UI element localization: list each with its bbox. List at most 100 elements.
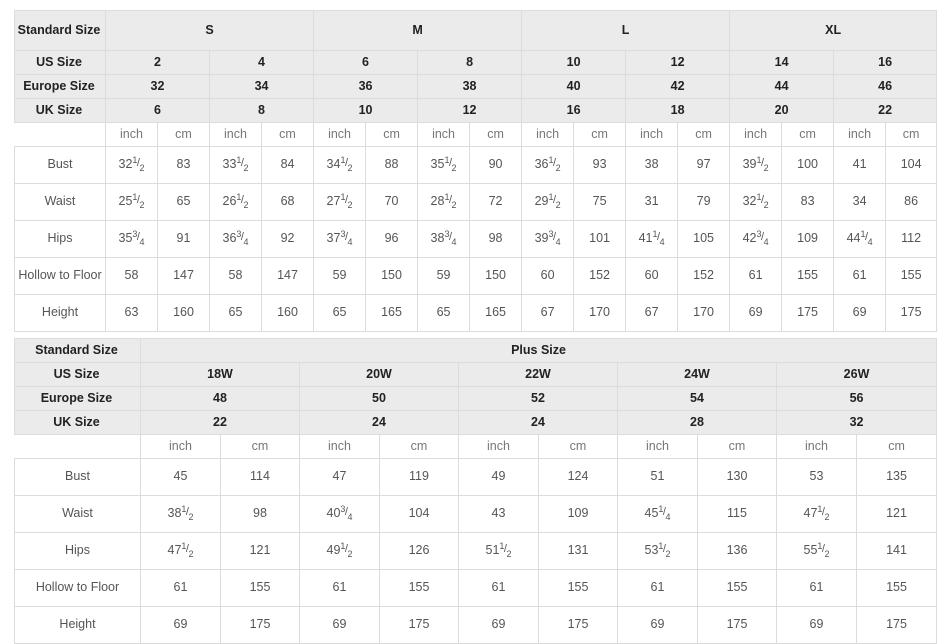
measurement-inch-value: 423/4 bbox=[729, 220, 783, 258]
unit-cm-header: cm bbox=[855, 434, 938, 459]
measurement-cm-value: 104 bbox=[885, 146, 938, 184]
measurement-cm-value: 90 bbox=[469, 146, 523, 184]
table-row: Height 69 175 69 175 69 175 69 175 69 175 bbox=[14, 606, 938, 644]
uk-size-header: UK Size bbox=[14, 98, 106, 123]
table-row: Bust 45 114 47 119 49 124 51 130 53 135 bbox=[14, 458, 938, 496]
measurement-cm-value: 83 bbox=[157, 146, 210, 184]
uk-size-value: 8 bbox=[208, 98, 315, 123]
unit-inch-header: inch bbox=[313, 122, 367, 147]
plus-us-size-value: 26W bbox=[775, 362, 938, 387]
size-group-xl: XL bbox=[729, 10, 938, 51]
measurement-cm-value: 101 bbox=[573, 220, 627, 258]
measurement-label: Hollow to Floor bbox=[14, 569, 141, 607]
measurement-inch-value: 361/2 bbox=[521, 146, 575, 184]
measurement-inch-value: 49 bbox=[458, 458, 539, 496]
uk-size-value: 22 bbox=[833, 98, 938, 123]
measurement-inch-value: 363/4 bbox=[209, 220, 262, 258]
table-row: Bust 321/2 83 331/2 84 341/2 88 351/2 90 361/2 93 3… bbox=[14, 146, 938, 184]
measurement-cm-value: 126 bbox=[379, 532, 459, 570]
measurement-cm-value: 155 bbox=[781, 257, 835, 295]
uk-size-value: 6 bbox=[105, 98, 210, 123]
measurement-cm-value: 155 bbox=[697, 569, 777, 607]
measurement-inch-value: 491/2 bbox=[299, 532, 380, 570]
measurement-cm-value: 83 bbox=[781, 183, 835, 221]
plus-us-size-value: 22W bbox=[458, 362, 618, 387]
measurement-inch-value: 69 bbox=[729, 294, 783, 332]
measurement-cm-value: 65 bbox=[157, 183, 210, 221]
measurement-inch-value: 61 bbox=[617, 569, 698, 607]
uk-size-value: 12 bbox=[417, 98, 523, 123]
measurement-inch-value: 351/2 bbox=[417, 146, 471, 184]
measurement-cm-value: 155 bbox=[379, 569, 459, 607]
measurement-inch-value: 471/2 bbox=[140, 532, 221, 570]
plus-us-size-row: US Size 18W 20W 22W 24W 26W bbox=[14, 362, 938, 387]
measurement-inch-value: 373/4 bbox=[313, 220, 367, 258]
europe-size-value: 46 bbox=[833, 74, 938, 99]
measurement-inch-value: 69 bbox=[299, 606, 380, 644]
measurement-label: Bust bbox=[14, 458, 141, 496]
us-size-value: 4 bbox=[208, 50, 315, 75]
measurement-cm-value: 98 bbox=[220, 495, 300, 533]
measurement-cm-value: 175 bbox=[885, 294, 938, 332]
unit-cm-header: cm bbox=[220, 434, 300, 459]
measurement-inch-value: 391/2 bbox=[729, 146, 783, 184]
plus-units-corner-cell bbox=[14, 434, 141, 459]
measurement-cm-value: 93 bbox=[573, 146, 627, 184]
measurement-cm-value: 175 bbox=[781, 294, 835, 332]
size-group-l: L bbox=[521, 10, 731, 51]
plus-europe-size-value: 48 bbox=[140, 386, 300, 411]
plus-europe-size-row: Europe Size 48 50 52 54 56 bbox=[14, 386, 938, 411]
measurement-inch-value: 41 bbox=[833, 146, 887, 184]
plus-standard-size-row: Standard Size Plus Size bbox=[14, 338, 938, 363]
unit-cm-header: cm bbox=[538, 434, 618, 459]
measurement-inch-value: 59 bbox=[313, 257, 367, 295]
measurement-cm-value: 92 bbox=[260, 220, 315, 258]
measurement-cm-value: 160 bbox=[260, 294, 315, 332]
unit-inch-header: inch bbox=[617, 434, 698, 459]
us-size-value: 12 bbox=[625, 50, 731, 75]
measurement-inch-value: 60 bbox=[521, 257, 575, 295]
measurement-label: Hips bbox=[14, 532, 141, 570]
unit-inch-header: inch bbox=[458, 434, 539, 459]
plus-europe-size-value: 52 bbox=[458, 386, 618, 411]
measurement-inch-value: 69 bbox=[458, 606, 539, 644]
measurement-label: Height bbox=[14, 294, 106, 332]
unit-inch-header: inch bbox=[417, 122, 471, 147]
measurement-cm-value: 155 bbox=[538, 569, 618, 607]
unit-cm-header: cm bbox=[260, 122, 315, 147]
unit-inch-header: inch bbox=[140, 434, 221, 459]
measurement-cm-value: 136 bbox=[697, 532, 777, 570]
measurement-cm-value: 88 bbox=[365, 146, 419, 184]
measurement-inch-value: 393/4 bbox=[521, 220, 575, 258]
measurement-cm-value: 114 bbox=[220, 458, 300, 496]
plus-uk-size-row: UK Size 22 24 24 28 32 bbox=[14, 410, 938, 435]
plus-size-table: Standard Size Plus Size US Size 18W 20W 22W 24… bbox=[14, 338, 938, 644]
regular-us-size-row: US Size 2 4 6 8 10 12 14 16 bbox=[14, 50, 938, 75]
measurement-inch-value: 511/2 bbox=[458, 532, 539, 570]
measurement-inch-value: 403/4 bbox=[299, 495, 380, 533]
measurement-cm-value: 115 bbox=[697, 495, 777, 533]
unit-cm-header: cm bbox=[365, 122, 419, 147]
measurement-inch-value: 45 bbox=[140, 458, 221, 496]
measurement-inch-value: 58 bbox=[209, 257, 262, 295]
measurement-cm-value: 170 bbox=[573, 294, 627, 332]
measurement-inch-value: 69 bbox=[617, 606, 698, 644]
plus-uk-size-value: 32 bbox=[775, 410, 938, 435]
uk-size-value: 18 bbox=[625, 98, 731, 123]
unit-cm-header: cm bbox=[697, 434, 777, 459]
europe-size-value: 42 bbox=[625, 74, 731, 99]
measurement-inch-value: 60 bbox=[625, 257, 679, 295]
plus-uk-size-value: 28 bbox=[617, 410, 777, 435]
measurement-inch-value: 31 bbox=[625, 183, 679, 221]
regular-size-table: Standard Size S M L XL US Size 2 4 6 8 10 12 14 16 Eur… bbox=[14, 10, 938, 332]
measurement-cm-value: 79 bbox=[677, 183, 731, 221]
measurement-inch-value: 67 bbox=[625, 294, 679, 332]
measurement-cm-value: 155 bbox=[220, 569, 300, 607]
measurement-inch-value: 38 bbox=[625, 146, 679, 184]
unit-cm-header: cm bbox=[157, 122, 210, 147]
us-size-header: US Size bbox=[14, 50, 106, 75]
measurement-cm-value: 121 bbox=[220, 532, 300, 570]
measurement-label: Height bbox=[14, 606, 141, 644]
measurement-cm-value: 175 bbox=[379, 606, 459, 644]
measurement-inch-value: 251/2 bbox=[105, 183, 158, 221]
